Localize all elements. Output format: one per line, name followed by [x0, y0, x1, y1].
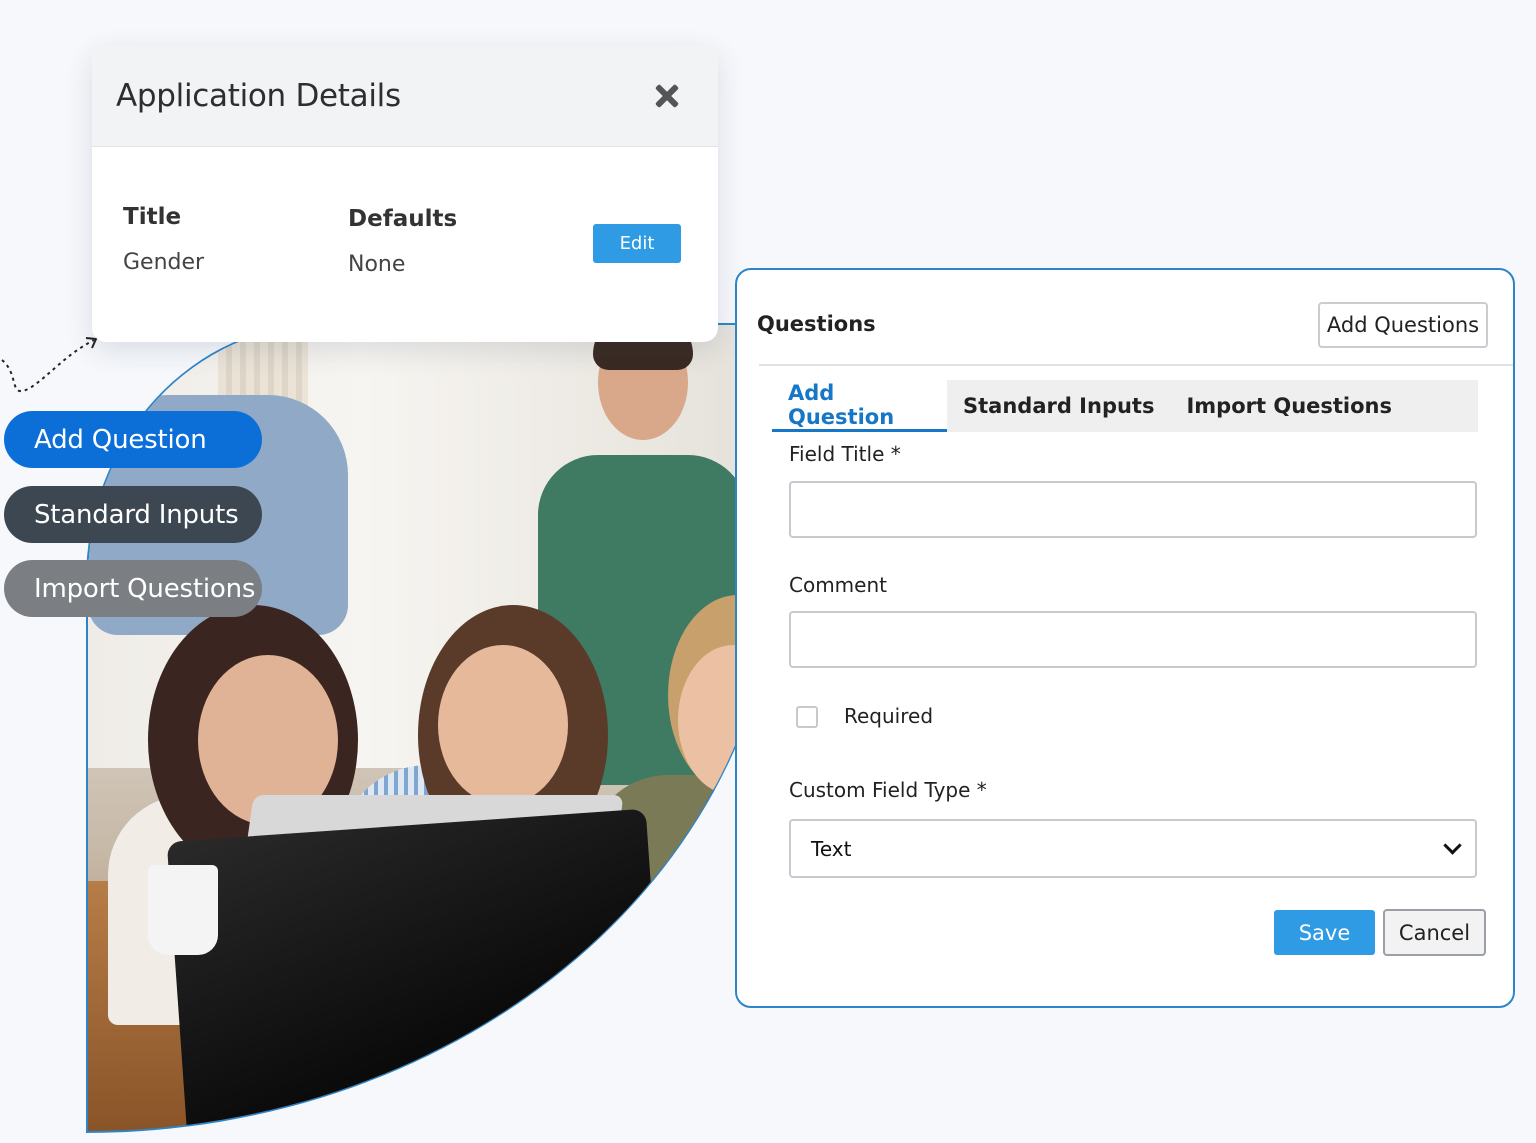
defaults-column-header: Defaults — [348, 206, 458, 232]
dotted-connector-arrow — [1, 337, 98, 393]
title-column: Title Gender — [123, 204, 204, 275]
defaults-column: Defaults None — [348, 206, 457, 277]
comment-label: Comment — [789, 573, 887, 597]
chevron-down-icon — [1443, 836, 1462, 855]
field-title-input[interactable] — [789, 481, 1477, 538]
custom-field-type-select[interactable]: Text — [789, 819, 1477, 878]
comment-input[interactable] — [789, 611, 1477, 668]
tab-add-question[interactable]: Add Question — [772, 380, 947, 432]
required-label: Required — [844, 704, 934, 728]
close-icon[interactable] — [654, 83, 680, 109]
questions-panel: Questions Add Questions Add Question Sta… — [735, 268, 1515, 1008]
application-details-header: Application Details — [92, 46, 718, 147]
cancel-button[interactable]: Cancel — [1383, 909, 1486, 956]
questions-title: Questions — [757, 312, 876, 336]
save-button[interactable]: Save — [1274, 910, 1375, 955]
field-title-label: Field Title * — [789, 442, 901, 466]
add-questions-button[interactable]: Add Questions — [1318, 302, 1488, 348]
edit-button[interactable]: Edit — [593, 224, 681, 263]
title-column-value: Gender — [123, 250, 205, 275]
standard-inputs-pill[interactable]: Standard Inputs — [4, 486, 262, 543]
custom-field-type-value: Text — [811, 836, 852, 861]
custom-field-type-label: Custom Field Type * — [789, 778, 987, 802]
tab-import-questions[interactable]: Import Questions — [1170, 380, 1408, 432]
required-checkbox[interactable] — [796, 706, 818, 728]
question-tabs: Add Question Standard Inputs Import Ques… — [772, 380, 1478, 432]
application-details-title: Application Details — [116, 78, 401, 114]
import-questions-pill[interactable]: Import Questions — [4, 560, 262, 617]
add-question-pill[interactable]: Add Question — [4, 411, 262, 468]
defaults-column-value: None — [348, 252, 406, 277]
questions-divider — [759, 364, 1513, 366]
tab-standard-inputs[interactable]: Standard Inputs — [947, 380, 1170, 432]
title-column-header: Title — [123, 204, 182, 230]
application-details-card: Application Details Title Gender Default… — [92, 46, 718, 342]
